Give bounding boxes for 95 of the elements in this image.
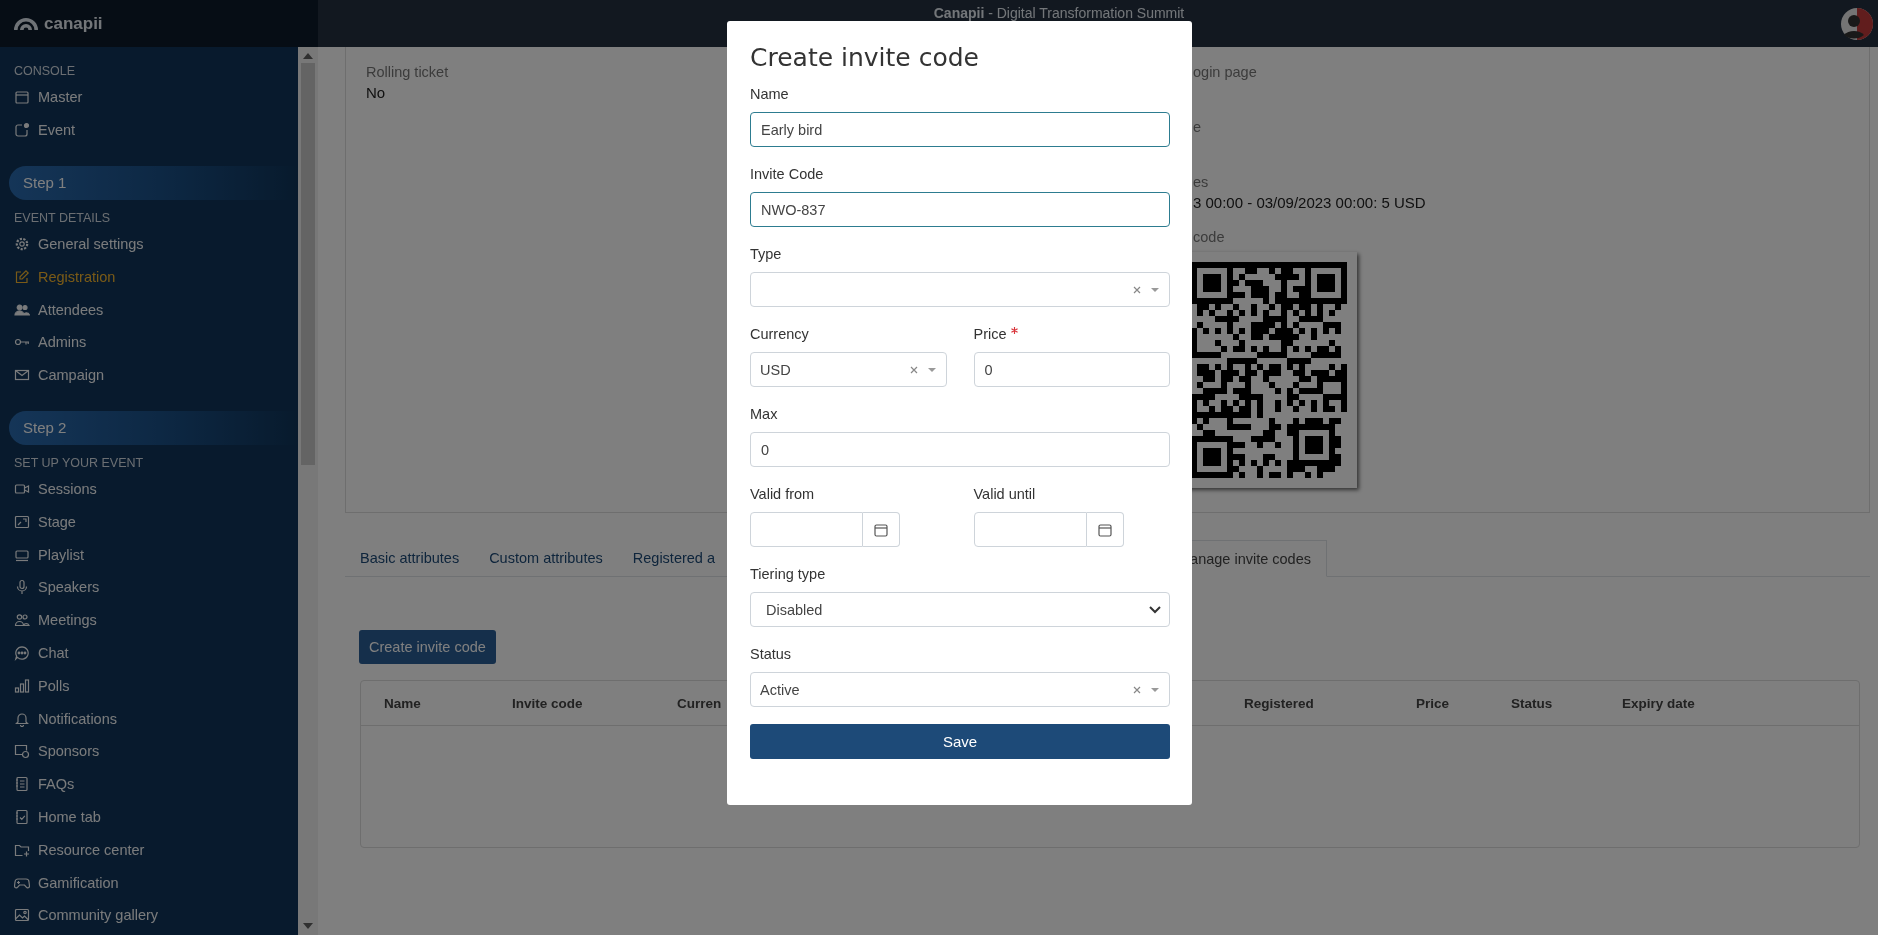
sidebar-item[interactable]: Resource center — [0, 833, 145, 867]
section-heading: EVENT DETAILS — [13, 209, 112, 227]
dialog-title: Create invite code — [750, 42, 980, 74]
scroll-down-icon[interactable] — [303, 923, 313, 929]
column-header: Invite code — [512, 695, 583, 711]
sidebar-item[interactable]: Chat — [0, 636, 69, 670]
microphone-icon — [14, 579, 30, 596]
sidebar-item[interactable]: Home tab — [0, 800, 101, 834]
calendar-icon — [14, 89, 30, 106]
calendar-icon[interactable] — [1097, 522, 1112, 537]
detail-value: 3 00:00 - 03/09/2023 00:00: 5 USD — [1193, 193, 1426, 213]
section-heading: SET UP YOUR EVENT — [13, 454, 145, 472]
detail-label: ogin page — [1193, 63, 1257, 82]
field-label: Valid from — [750, 485, 815, 504]
column-header: Curren — [677, 695, 722, 711]
sidebar-item[interactable]: FAQs — [0, 767, 75, 801]
field-label: Status — [750, 645, 792, 664]
input-field[interactable]: NWO-837 — [750, 192, 1170, 227]
sidebar-item[interactable]: Polls — [0, 669, 70, 703]
sidebar-item[interactable]: Admins — [0, 326, 87, 359]
logo-text: canapii — [44, 13, 103, 34]
detail-value: No — [366, 83, 386, 103]
clear-icon[interactable] — [909, 365, 918, 374]
detail-label: es — [1193, 173, 1209, 192]
image-coin-icon — [14, 743, 30, 760]
tab[interactable]: anage invite codes — [1190, 540, 1327, 577]
sidebar-item[interactable]: Master — [0, 81, 83, 114]
tab[interactable]: Registered a — [617, 540, 730, 576]
caret-icon — [927, 367, 936, 372]
sidebar-item[interactable]: General settings — [0, 227, 144, 261]
sidebar-item[interactable]: Meetings — [0, 603, 97, 637]
column-header: Name — [384, 695, 421, 711]
scrollbar[interactable] — [298, 47, 318, 935]
field-label: Price — [973, 325, 1007, 344]
field-label: Tiering type — [750, 565, 826, 584]
input-field[interactable]: 0 — [973, 352, 1170, 387]
save-button[interactable]: Save — [750, 724, 1170, 759]
calendar-icon[interactable] — [874, 522, 888, 537]
date-field[interactable] — [750, 512, 900, 547]
field-label: Currency — [750, 325, 809, 344]
sidebar-item[interactable]: Event — [0, 113, 76, 147]
document-icon — [14, 776, 30, 793]
pencil-square-icon — [14, 268, 30, 285]
sidebar-item[interactable]: Registration — [0, 260, 116, 294]
sidebar-item[interactable]: Sponsors — [0, 734, 100, 768]
checklist-icon — [14, 808, 30, 825]
field-label: Max — [750, 405, 778, 424]
select-field[interactable]: Disabled — [750, 592, 1170, 627]
tab[interactable]: Custom attributes — [474, 540, 618, 576]
select-field[interactable] — [750, 272, 1170, 307]
detail-label: e — [1193, 118, 1202, 137]
field-label: Valid until — [973, 485, 1036, 504]
sidebar-item[interactable]: Sessions — [0, 472, 97, 506]
field-label: Invite Code — [750, 165, 824, 184]
image-icon — [14, 907, 30, 924]
field-label: Type — [750, 245, 782, 264]
sidebar-item[interactable]: Campaign — [0, 358, 105, 392]
detail-label: Rolling ticket — [366, 63, 449, 82]
sidebar-item[interactable]: Speakers — [0, 570, 100, 604]
logo-icon — [14, 17, 38, 30]
sidebar-item[interactable]: Attendees — [0, 293, 104, 326]
chevron-down-icon — [1149, 605, 1161, 614]
caret-icon — [1151, 687, 1159, 692]
field-label: Name — [750, 85, 789, 104]
column-header: Status — [1511, 695, 1553, 711]
sidebar-item[interactable]: Stage — [0, 505, 76, 539]
sidebar-item[interactable]: Community gallery — [0, 898, 159, 932]
section-heading: CONSOLE — [13, 63, 77, 80]
column-header: Expiry date — [1622, 695, 1695, 711]
column-header: Price — [1416, 695, 1450, 711]
gear-icon — [14, 236, 30, 252]
scroll-up-icon[interactable] — [303, 53, 313, 59]
input-field[interactable]: Early bird — [750, 112, 1170, 147]
event-title: Canapii - Digital Transformation Summit — [933, 5, 1185, 21]
bell-icon — [14, 710, 30, 727]
column-header: Registered — [1244, 695, 1314, 711]
caret-icon — [1151, 287, 1159, 292]
sidebar-item[interactable]: Notifications — [0, 702, 117, 735]
tab[interactable]: Basic attributes — [345, 540, 475, 576]
picture-frame-icon — [14, 513, 30, 530]
detail-label: code — [1193, 228, 1225, 247]
sidebar-item[interactable]: Playlist — [0, 538, 84, 571]
select-field[interactable]: Active — [750, 672, 1170, 707]
date-field[interactable] — [973, 512, 1124, 547]
select-field[interactable]: USD — [750, 352, 947, 387]
create-invite-code-button[interactable]: Create invite code — [359, 630, 496, 664]
avatar[interactable] — [1840, 6, 1874, 41]
people-icon — [14, 612, 30, 629]
sidebar-item[interactable]: Gamification — [0, 866, 119, 899]
input-field[interactable]: 0 — [750, 432, 1170, 467]
clear-icon[interactable] — [1133, 285, 1141, 294]
bar-chart-icon — [14, 677, 30, 694]
square-dot-icon — [14, 122, 30, 139]
chat-bubble-icon — [14, 644, 30, 661]
clear-icon[interactable] — [1133, 685, 1141, 694]
